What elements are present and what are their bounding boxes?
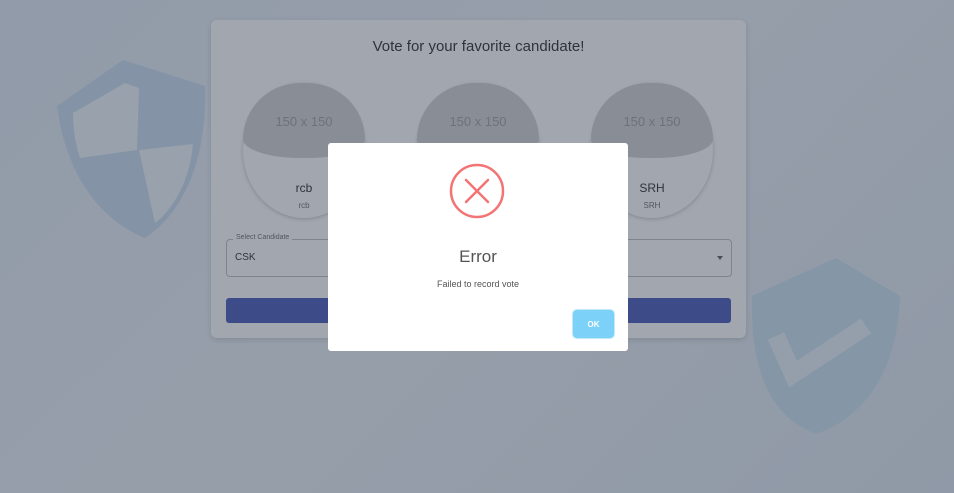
dialog-message: Failed to record vote bbox=[436, 279, 520, 289]
ok-button[interactable]: OK bbox=[573, 310, 614, 338]
error-dialog: Error Failed to record vote OK bbox=[328, 143, 628, 351]
dialog-title: Error bbox=[459, 247, 497, 266]
error-x-icon bbox=[449, 163, 505, 219]
